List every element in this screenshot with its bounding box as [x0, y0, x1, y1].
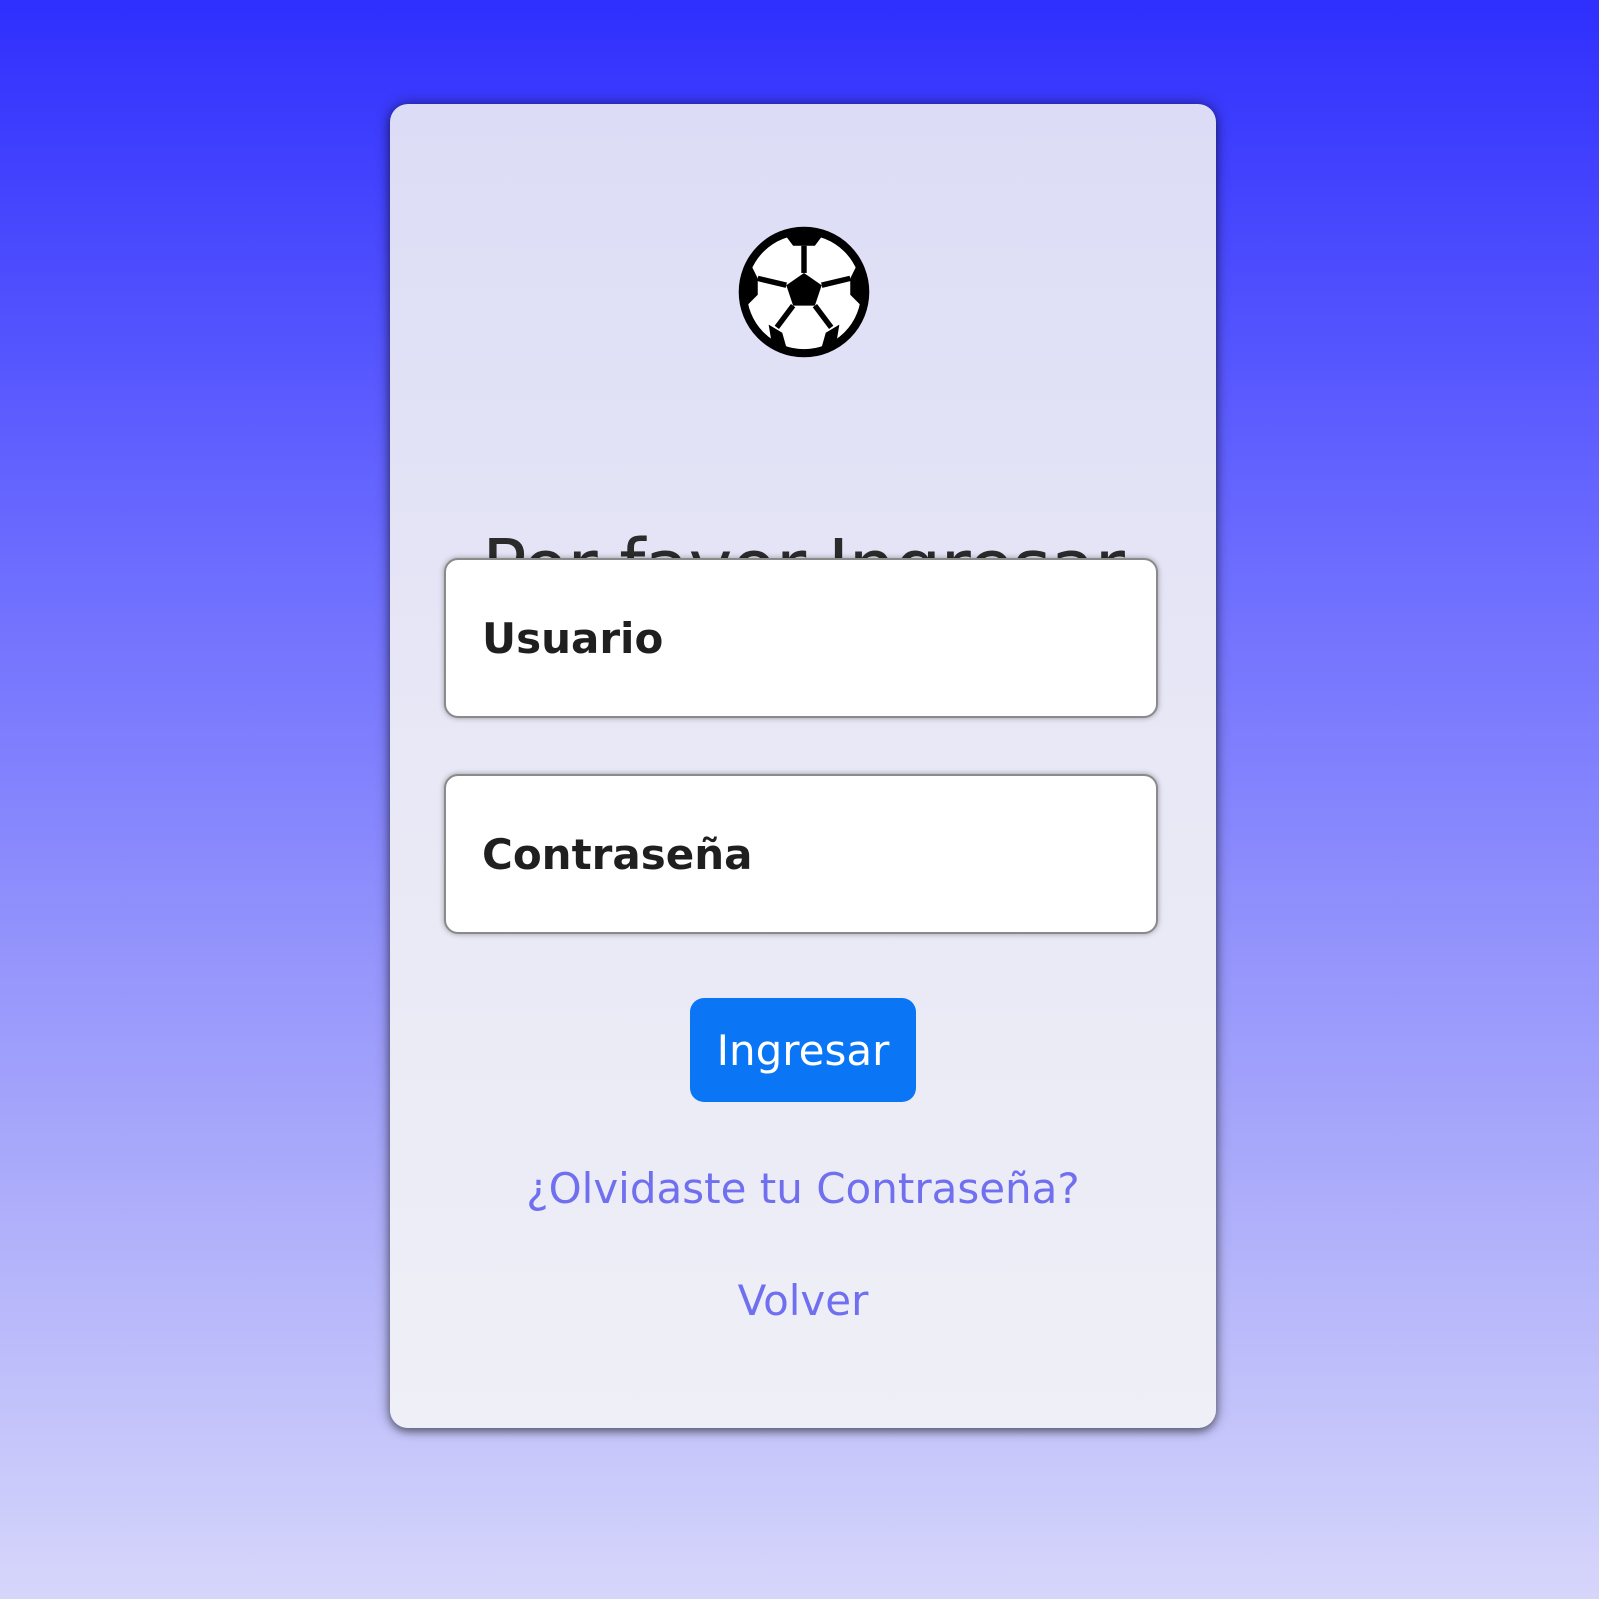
password-input[interactable] — [444, 774, 1158, 934]
forgot-password-link[interactable]: ¿Olvidaste tu Contraseña? — [390, 1164, 1216, 1213]
login-card: Por favor Ingresar Ingresar ¿Olvidaste t… — [390, 104, 1216, 1428]
username-input[interactable] — [444, 558, 1158, 718]
back-link[interactable]: Volver — [390, 1276, 1216, 1325]
soccer-ball-icon — [738, 226, 870, 358]
login-button[interactable]: Ingresar — [690, 998, 916, 1102]
